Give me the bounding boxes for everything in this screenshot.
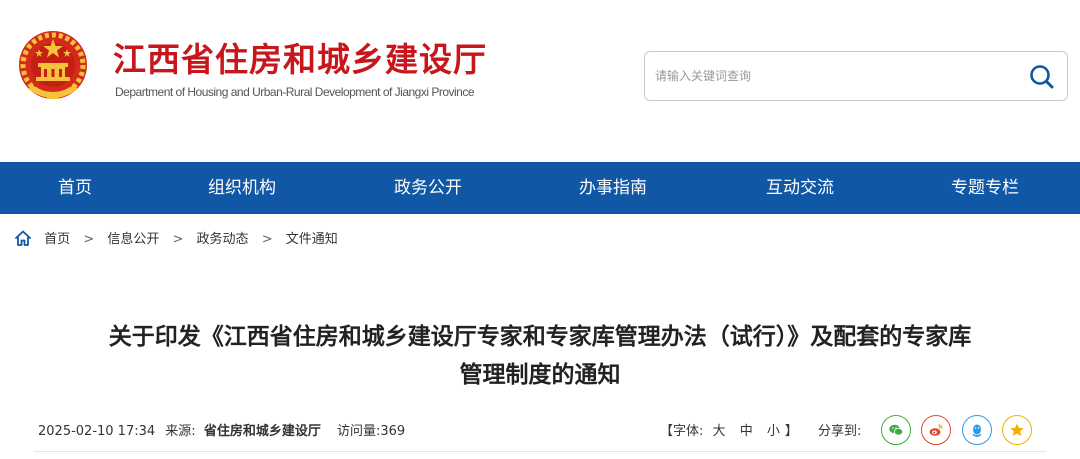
font-size-close-bracket: 】 [784,424,798,439]
source-label: 来源: [165,424,196,439]
visits-count: 369 [380,424,406,439]
breadcrumb-info-disclosure[interactable]: 信息公开 [107,232,159,247]
share-label: 分享到: [818,424,862,439]
font-size-small-button[interactable]: 小 [767,424,780,439]
search-input[interactable] [655,64,1015,88]
nav-item-organization[interactable]: 组织机构 [167,162,317,214]
visits-label: 访问量: [336,424,381,439]
article-title-line2: 管理制度的通知 [459,362,621,388]
breadcrumb-separator: > [261,232,273,247]
site-header: 江西省住房和城乡建设厅 Department of Housing and Ur… [0,0,1080,162]
site-title: 江西省住房和城乡建设厅 [113,40,487,79]
breadcrumb-separator: > [83,232,95,247]
breadcrumb-file-notices[interactable]: 文件通知 [286,232,338,247]
share-qq-button[interactable] [962,415,992,445]
article-meta: 2025-02-10 17:34 来源: 省住房和城乡建设厅 访问量:369 [38,420,405,444]
breadcrumb-government-news[interactable]: 政务动态 [197,232,249,247]
share-qzone-button[interactable] [1002,415,1032,445]
nav-item-interaction[interactable]: 互动交流 [725,162,875,214]
article-title: 关于印发《江西省住房和城乡建设厅专家和专家库管理办法（试行）》及配套的专家库 管… [20,318,1060,394]
home-icon[interactable] [14,229,32,247]
qzone-icon [1010,423,1024,436]
font-size-open-bracket: 【 [660,424,674,439]
nav-item-government-affairs[interactable]: 政务公开 [353,162,503,214]
font-size-label: 字体: [673,424,704,439]
share-wechat-button[interactable] [881,415,911,445]
font-size-control: 【字体: 大 中 小】 [660,420,798,444]
nav-item-special-topics[interactable]: 专题专栏 [910,162,1060,214]
article-title-line1: 关于印发《江西省住房和城乡建设厅专家和专家库管理办法（试行）》及配套的专家库 [108,324,972,350]
breadcrumb-separator: > [172,232,184,247]
breadcrumb-home[interactable]: 首页 [44,232,70,247]
nav-item-home[interactable]: 首页 [0,162,150,214]
breadcrumb: 首页 > 信息公开 > 政务动态 > 文件通知 [14,228,338,252]
nav-item-service-guide[interactable]: 办事指南 [538,162,688,214]
font-size-medium-button[interactable]: 中 [740,424,753,439]
main-nav: 首页 组织机构 政务公开 办事指南 互动交流 专题专栏 [0,162,1080,214]
publish-date: 2025-02-10 17:34 [38,424,156,439]
site-subtitle: Department of Housing and Urban-Rural De… [115,85,475,99]
qq-icon [972,424,982,437]
font-size-large-button[interactable]: 大 [713,424,726,439]
meta-divider [34,451,1046,452]
share-weibo-button[interactable] [921,415,951,445]
search-box [644,51,1068,101]
search-icon[interactable] [1027,62,1057,92]
source-value: 省住房和城乡建设厅 [203,424,321,439]
national-emblem-icon[interactable] [14,27,92,107]
wechat-icon [889,424,904,436]
weibo-icon [929,424,943,436]
